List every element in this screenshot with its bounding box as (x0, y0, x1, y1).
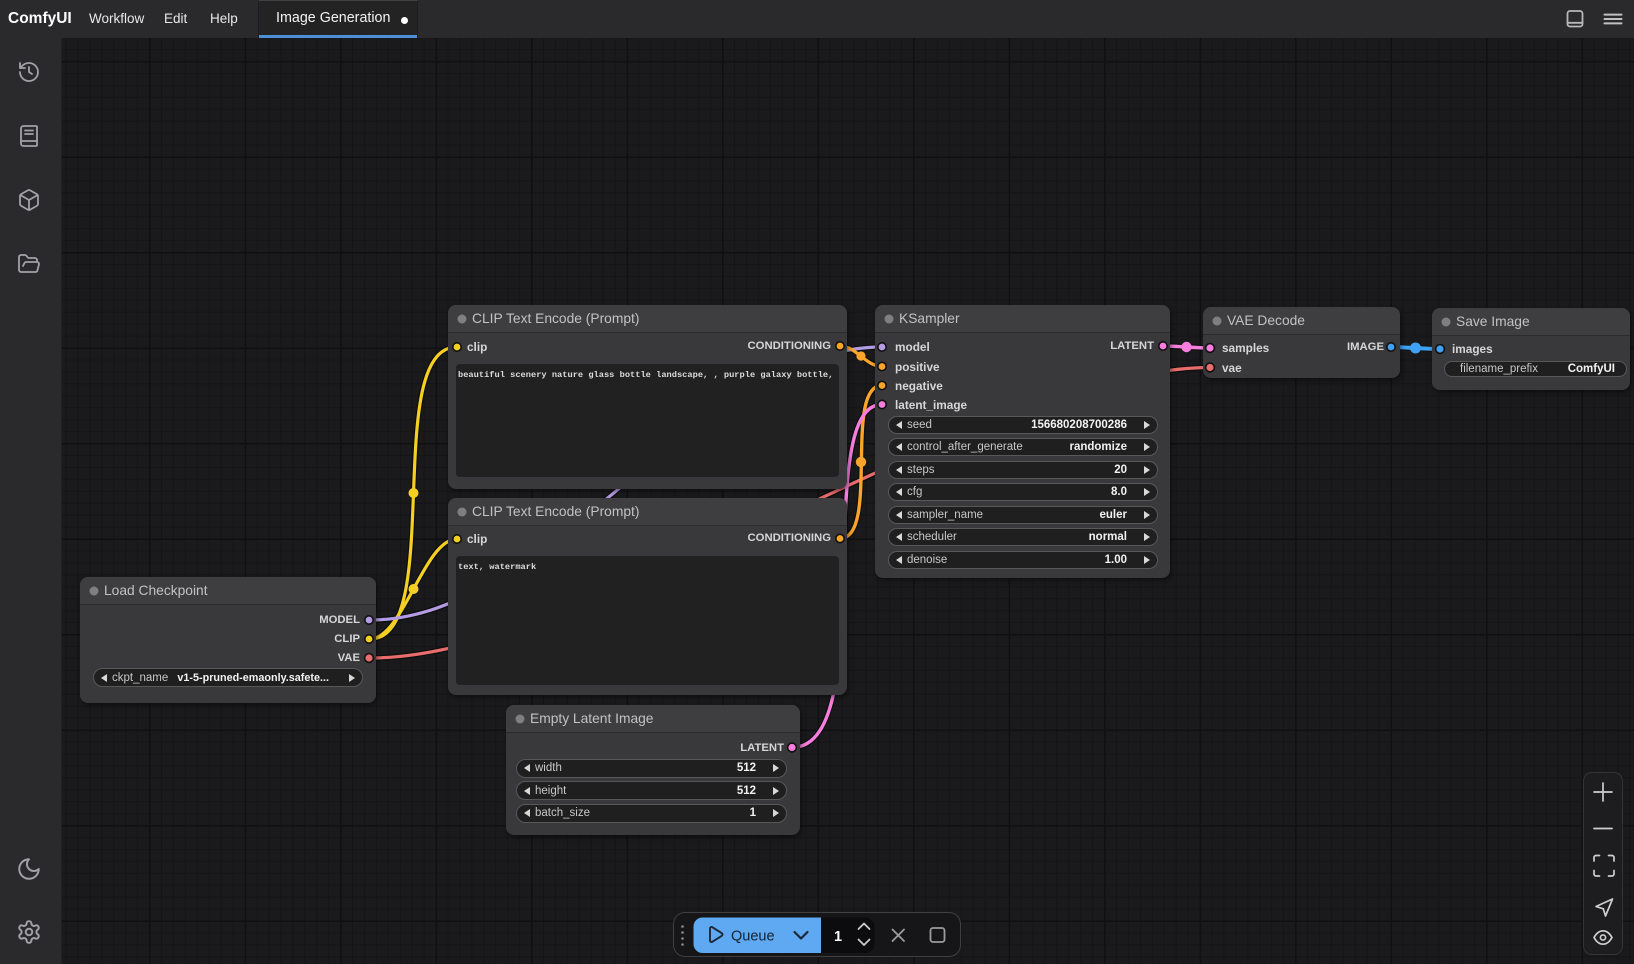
svg-text:Queue: Queue (731, 929, 775, 945)
svg-text:1: 1 (834, 929, 842, 945)
